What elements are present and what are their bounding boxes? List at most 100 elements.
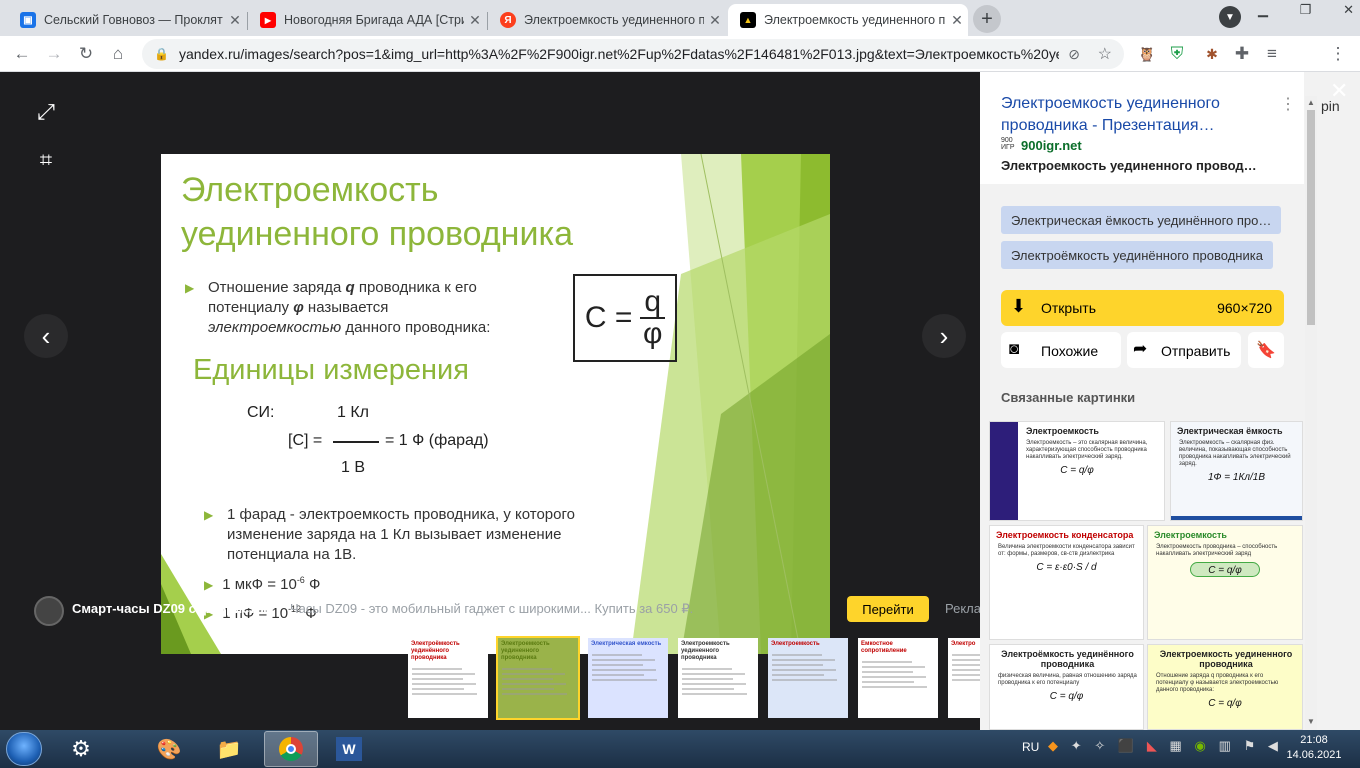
tray-app-icon[interactable]: ⬛ — [1118, 738, 1134, 760]
thumbnail-line — [862, 681, 914, 683]
star-icon[interactable]: ☆ — [1098, 44, 1112, 64]
close-icon[interactable]: ✕ — [464, 12, 486, 29]
thumbnail[interactable]: Электроемкость уединенного проводника — [496, 636, 580, 720]
scroll-down-icon[interactable]: ▼ — [1307, 717, 1315, 726]
minimize-icon[interactable]: ▁ — [1258, 2, 1268, 20]
ad-title[interactable]: Смарт-часы DZ09 серебристые — [72, 601, 274, 616]
media-icon[interactable]: ≡ — [1258, 40, 1286, 68]
related-query-tag[interactable]: Электрическая ёмкость уединённого про… — [1001, 206, 1282, 234]
panel-scrollbar[interactable]: ▲ ▼ — [1305, 96, 1317, 730]
tray-app-icon[interactable]: ◣ — [1147, 738, 1157, 760]
clock[interactable]: 21:08 14.06.2021 — [1284, 733, 1344, 763]
flag-icon[interactable]: ⚑ — [1244, 738, 1256, 760]
slide-bullet-definition: ▶ Отношение заряда q проводника к его по… — [185, 278, 525, 338]
text: данного проводника: — [341, 319, 491, 336]
related-image-title: Электроемкость уединенного проводника — [1159, 649, 1293, 669]
ad-go-button[interactable]: Перейти — [847, 596, 929, 622]
tray-app-icon[interactable]: ✦ — [1071, 738, 1082, 760]
scroll-up-icon[interactable]: ▲ — [1307, 98, 1315, 107]
shield-icon[interactable]: ⛨ — [1163, 40, 1191, 68]
text-sup: -6 — [296, 575, 305, 585]
extensions-icon[interactable]: ✚ — [1228, 40, 1256, 68]
related-image-stripe — [1171, 516, 1302, 520]
fullscreen-icon[interactable]: ⤢ — [30, 96, 62, 128]
ad-text[interactable]: Часы DZ09 - это мобильный гаджет с широк… — [290, 601, 693, 617]
close-icon[interactable]: ✕ — [946, 12, 968, 29]
steam-icon[interactable]: ⚙ — [58, 734, 104, 764]
tab-search-icon[interactable]: ▼ — [1219, 6, 1241, 28]
network-icon[interactable]: ▥ — [1219, 738, 1231, 760]
related-image[interactable]: Электроемкость Электроемкость – это скаля… — [989, 421, 1165, 521]
scroll-thumb[interactable] — [1307, 110, 1315, 325]
more-options-icon[interactable]: ⋮ — [1280, 94, 1296, 114]
new-tab-button[interactable]: + — [973, 5, 1001, 33]
home-icon[interactable]: ⌂ — [104, 40, 132, 68]
next-image-button[interactable]: › — [922, 314, 966, 358]
thumbnail[interactable]: Электрическая емкость — [588, 638, 668, 718]
related-image[interactable]: Электроёмкость уединённого проводника физ… — [989, 644, 1144, 730]
forward-icon[interactable]: → — [40, 40, 68, 68]
bullet-arrow-icon: ▶ — [204, 508, 214, 522]
text-q: q — [345, 279, 355, 296]
thumbnail[interactable]: Емкостное сопротивление — [858, 638, 938, 718]
related-image-title: Электрическая ёмкость — [1177, 426, 1283, 436]
tab-1[interactable]: ▣ Сельский Говновоз — Проклят ✕ — [8, 4, 246, 36]
language-indicator[interactable]: RU — [1022, 740, 1039, 754]
tab-2[interactable]: ▶ Новогодняя Бригада АДА [Стри ✕ — [248, 4, 486, 36]
thumbnail[interactable]: Электроемкость — [768, 638, 848, 718]
paint-icon[interactable]: 🎨 — [146, 734, 192, 764]
tray-app-icon[interactable]: ▦ — [1170, 738, 1182, 760]
thumbnail[interactable]: Электроемкость уединенного проводника — [678, 638, 758, 718]
open-button[interactable]: ⬇ Открыть 960×720 — [1001, 290, 1284, 326]
related-image[interactable]: Электроемкость Электроемкость проводника … — [1147, 525, 1303, 640]
related-image-text: Электроемкость проводника – способность … — [1156, 544, 1278, 557]
word-icon[interactable]: W — [326, 734, 372, 764]
volume-icon[interactable]: ◀ — [1268, 738, 1278, 760]
tray-app-icon[interactable]: ✧ — [1094, 738, 1105, 760]
nvidia-icon[interactable]: ◉ — [1195, 738, 1206, 760]
start-button[interactable] — [6, 732, 42, 766]
chrome-taskbar-button[interactable] — [264, 731, 318, 767]
related-image[interactable]: Электроемкость уединенного проводника Отн… — [1147, 644, 1303, 730]
close-icon[interactable]: ✕ — [224, 12, 246, 29]
thumbnail-line — [682, 678, 733, 680]
thumbnail[interactable]: Электроёмкость уединённого проводника — [408, 638, 488, 718]
thumbnail-line — [412, 693, 477, 695]
close-window-icon[interactable]: ✕ — [1343, 2, 1354, 20]
prev-image-button[interactable]: ‹ — [24, 314, 68, 358]
close-viewer-icon[interactable]: ✕ — [1330, 78, 1348, 104]
thumbnail-line — [772, 669, 836, 671]
tray-app-icon[interactable]: ◆ — [1048, 738, 1058, 760]
explorer-icon[interactable]: 📁 — [206, 734, 252, 764]
thumbnail-line — [592, 669, 656, 671]
similar-button[interactable]: ◙ Похожие — [1001, 332, 1121, 368]
thumbnail-line — [592, 664, 643, 666]
tab-title: Новогодняя Бригада АДА [Стри — [284, 13, 464, 27]
reload-icon[interactable]: ↻ — [72, 40, 100, 68]
address-bar[interactable]: 🔒 yandex.ru/images/search?pos=1&img_url=… — [142, 39, 1124, 69]
bookmark-icon[interactable]: 🔖 — [1248, 332, 1284, 368]
share-button[interactable]: ➦ Отправить — [1127, 332, 1241, 368]
tab-4-active[interactable]: ▲ Электроемкость уединенного п ✕ — [728, 4, 968, 36]
related-image[interactable]: Электрическая ёмкость Электроемкость – ск… — [1170, 421, 1303, 521]
si-numerator: 1 Кл — [337, 404, 369, 421]
related-image-title: Электроёмкость уединённого проводника — [1001, 649, 1134, 669]
thumbnail-title: Электрическая емкость — [591, 641, 662, 647]
maximize-icon[interactable]: ❐ — [1300, 2, 1312, 20]
back-icon[interactable]: ← — [8, 40, 36, 68]
source-title-link[interactable]: Электроемкость уединенного проводника - … — [1001, 93, 1271, 137]
thumbnail-line — [412, 668, 462, 670]
menu-icon[interactable]: ⋮ — [1324, 40, 1352, 68]
related-image-text: Отношение заряда q проводника к его поте… — [1156, 673, 1279, 693]
site-link[interactable]: 900igr.net — [1021, 138, 1082, 153]
url-text[interactable]: yandex.ru/images/search?pos=1&img_url=ht… — [179, 46, 1059, 62]
crop-icon[interactable]: ⌗ — [30, 144, 62, 176]
related-image[interactable]: Электроемкость конденсатора Величина элек… — [989, 525, 1144, 640]
hide-icon[interactable]: ⊘ — [1068, 46, 1080, 63]
tab-3[interactable]: Я Электроемкость уединенного п ✕ — [488, 4, 726, 36]
extension-owl-icon[interactable]: 🦉 — [1133, 40, 1161, 68]
related-query-tag[interactable]: Электроёмкость уединённого проводника — [1001, 241, 1273, 269]
thumbnail-title: Электроемкость уединенного проводника — [681, 641, 730, 661]
extension-bug-icon[interactable]: ✱ — [1198, 40, 1226, 68]
close-icon[interactable]: ✕ — [704, 12, 726, 29]
